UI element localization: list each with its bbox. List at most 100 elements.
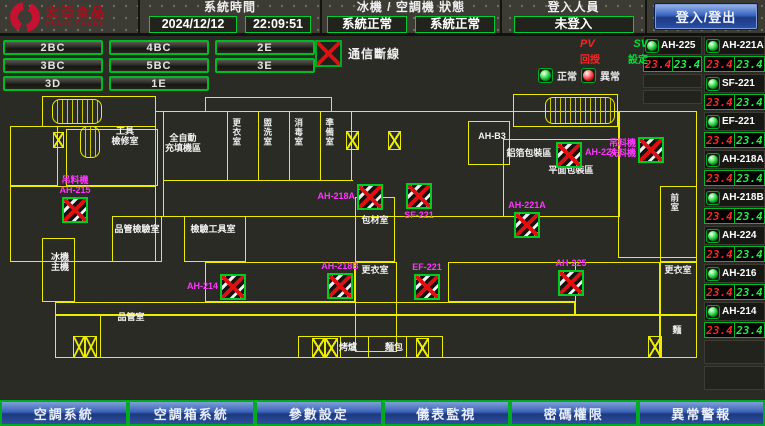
unit-values: 23.423.4 [704, 132, 765, 148]
login-user-label: 登入人員 [547, 0, 599, 15]
pv-value: 23.4 [705, 133, 735, 147]
floor-button-2bc[interactable]: 2BC [3, 40, 103, 55]
room-outline [112, 216, 162, 262]
room-outline [205, 97, 332, 112]
login-status: 未登入 [514, 16, 634, 33]
shaft-x-icon [388, 131, 401, 150]
device-label: EF-221 [397, 263, 457, 273]
shaft-x-icon [312, 338, 325, 358]
unit-name-row[interactable]: AH-216 [704, 264, 765, 283]
device-marker-AH-218A[interactable] [357, 184, 383, 210]
device-label: AH-221A [497, 201, 557, 211]
wall-line [163, 111, 164, 217]
device-marker-AH-225[interactable] [558, 270, 584, 296]
room-label: 冰機 主機 [48, 252, 72, 273]
unit-name: EF-221 [722, 116, 755, 127]
stairs-icon [80, 126, 100, 158]
unit-values: 23.423.4 [704, 56, 765, 72]
room-label: 工具 檢修室 [104, 126, 146, 147]
floor-button-3e[interactable]: 3E [215, 58, 315, 73]
unit-AH-218B: AH-218B 23.423.4 [704, 188, 765, 224]
room-label: 全自動 充填機區 [160, 133, 206, 154]
normal-label: 正常 [557, 68, 577, 83]
floor-button-5bc[interactable]: 5BC [109, 58, 209, 73]
machine-status-section: 冰機 / 空調機 狀態 系統正常 系統正常 [320, 0, 500, 33]
room-label: 麵包 [383, 342, 405, 352]
login-section: 登入/登出 [645, 0, 765, 33]
device-label: AH-225 [541, 259, 601, 269]
room-label: 準備室 [324, 118, 334, 147]
unit-name-row[interactable]: AH-225 [643, 36, 702, 55]
device-marker-AH-218B[interactable] [327, 273, 353, 299]
abnormal-label: 異常 [600, 68, 620, 83]
pv-value: 23.4 [705, 285, 735, 299]
pv-value: 23.4 [644, 57, 673, 71]
device-marker-AH-221A[interactable] [514, 212, 540, 238]
unit-name: AH-214 [722, 306, 756, 317]
stairs-icon [545, 97, 615, 124]
unit-name: AH-225 [661, 40, 695, 51]
pv-value: 23.4 [705, 323, 735, 337]
floor-button-3d[interactable]: 3D [3, 76, 103, 91]
wall-line [227, 111, 228, 180]
status-led-icon [706, 305, 720, 319]
sv-value: 23.4 [735, 323, 764, 337]
pv-sv-legend: PV SV 回授 設定 [580, 38, 648, 66]
unit-name-row[interactable]: AH-218A [704, 150, 765, 169]
sv-value: 23.4 [735, 57, 764, 71]
nav-button-6-異常警報[interactable]: 異常警報 [638, 400, 765, 426]
unit-name: AH-224 [722, 230, 756, 241]
floor-button-1e[interactable]: 1E [109, 76, 209, 91]
unit-name-row[interactable]: SF-221 [704, 74, 765, 93]
unit-values: 23.423.4 [704, 322, 765, 338]
device-marker-AH-214[interactable] [220, 274, 246, 300]
unit-values: 23.423.4 [704, 94, 765, 110]
room-label: 消毒室 [293, 118, 303, 147]
sv-name-label: 設定 [628, 51, 648, 66]
device-marker-AH-215[interactable] [62, 197, 88, 223]
floor-button-4bc[interactable]: 4BC [109, 40, 209, 55]
floor-button-2e[interactable]: 2E [215, 40, 315, 55]
unit-name-row[interactable]: AH-214 [704, 302, 765, 321]
unit-name-row[interactable]: AH-218B [704, 188, 765, 207]
device-label: 吊料機 洗料機 [588, 139, 636, 159]
time-display: 22:09:51 [245, 16, 311, 33]
company-logo: 宏亞食品 HUNYA FOODS [0, 0, 138, 33]
room-label: 盥洗室 [262, 118, 272, 147]
unit-name-row[interactable]: AH-224 [704, 226, 765, 245]
empty-slot [704, 340, 765, 364]
stairs-icon [52, 99, 102, 124]
unit-name-row[interactable]: AH-221A [704, 36, 765, 55]
unit-name: AH-218B [722, 192, 764, 203]
unit-values: 23.423.4 [643, 56, 702, 72]
logo-text-en: HUNYA FOODS [46, 21, 106, 28]
unit-name-row[interactable]: EF-221 [704, 112, 765, 131]
logo-text-cn: 宏亞食品 [46, 6, 106, 19]
shaft-x-icon [73, 336, 85, 358]
floor-button-3bc[interactable]: 3BC [3, 58, 103, 73]
nav-button-2-空調箱系統[interactable]: 空調箱系統 [128, 400, 256, 426]
status-led-icon [706, 267, 720, 281]
unit-values: 23.423.4 [704, 208, 765, 224]
status-led-icon [706, 77, 720, 91]
unit-EF-221: EF-221 23.423.4 [704, 112, 765, 148]
device-marker-AH-224[interactable] [556, 142, 582, 168]
login-logout-button[interactable]: 登入/登出 [654, 3, 758, 30]
room-label: 更衣室 [231, 118, 241, 147]
room-label: 品管室 [115, 312, 147, 322]
nav-button-4-儀表監視[interactable]: 儀表監視 [383, 400, 511, 426]
device-marker-EF-221[interactable] [414, 274, 440, 300]
unit-AH-225: AH-225 23.423.4 [643, 36, 702, 72]
unit-values: 23.423.4 [704, 284, 765, 300]
nav-button-3-參數設定[interactable]: 參數設定 [255, 400, 383, 426]
empty-slot [643, 90, 702, 104]
nav-button-1-空調系統[interactable]: 空調系統 [0, 400, 128, 426]
pv-label: PV [580, 38, 595, 50]
wall-line [100, 315, 101, 358]
device-marker-SF-221[interactable] [406, 183, 432, 209]
pv-value: 23.4 [705, 57, 735, 71]
sv-value: 23.4 [735, 133, 764, 147]
hmi-screen: 工具 檢修室全自動 充填機區AH-B3鋁箔包裝區平面包裝區品管檢驗室檢驗工具室包… [0, 0, 765, 426]
wall-line [163, 180, 353, 181]
nav-button-5-密碼權限[interactable]: 密碼權限 [510, 400, 638, 426]
